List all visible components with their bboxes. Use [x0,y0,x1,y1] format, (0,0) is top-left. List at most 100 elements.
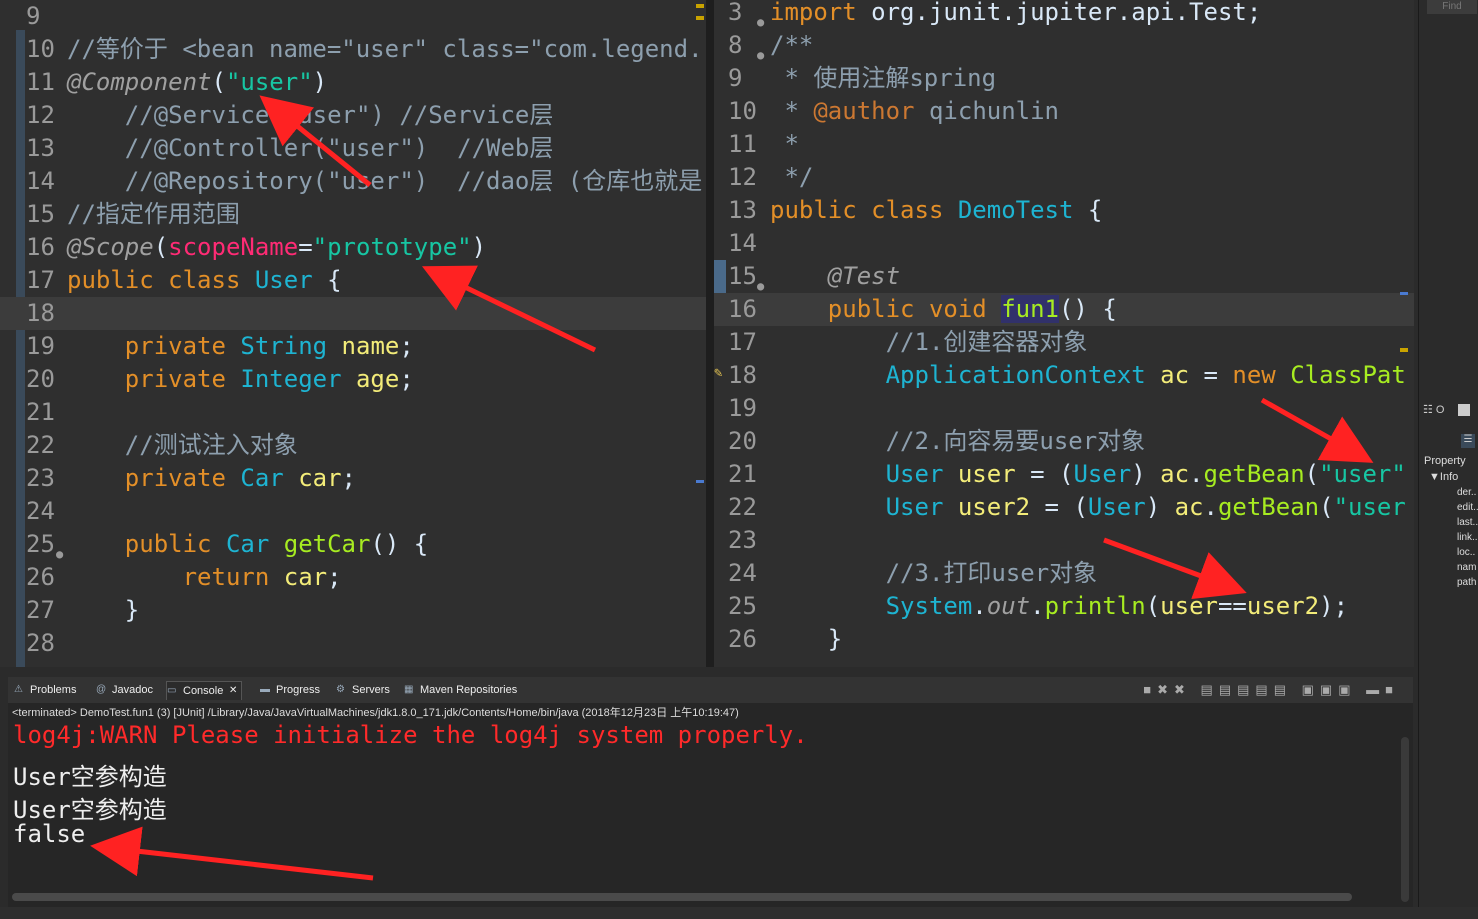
overview-marker[interactable] [696,480,704,483]
code-line[interactable]: 12 */ [714,161,1414,194]
line-number: 25 [26,530,55,558]
code-line[interactable]: 11 @Component("user") [0,66,708,99]
code-line[interactable]: 25 System.out.println(user==user2); [714,590,1414,623]
code-line[interactable]: 16 @Scope(scopeName="prototype") [0,231,708,264]
tab-javadoc[interactable]: @ Javadoc [96,681,153,699]
code-line[interactable]: 19 [714,392,1414,425]
property-item[interactable]: last.. [1457,517,1478,528]
property-item[interactable]: path [1457,577,1476,588]
code-line[interactable]: 20 private Integer age; [0,363,708,396]
property-item[interactable]: der.. [1457,487,1476,498]
warning-marker[interactable] [696,4,704,8]
code-token: ; [399,332,414,360]
console-view[interactable]: ⚠ Problems @ Javadoc ▭ Console ✕ ▬ Progress ⚙ Serv… [8,677,1413,907]
code-line[interactable]: 22 User user2 = (User) ac.getBean("user [714,491,1414,524]
remove-launch-icon[interactable]: ✖ [1157,682,1174,697]
code-line[interactable]: 26 } [714,623,1414,656]
code-line[interactable]: 23 [714,524,1414,557]
tab-label: Console [183,685,224,697]
property-item[interactable]: edit.. [1457,502,1478,513]
view-icon[interactable] [1457,404,1470,417]
code-line[interactable]: 13 public class DemoTest { [714,194,1414,227]
tab-problems[interactable]: ⚠ Problems [14,681,76,699]
line-number: 19 [728,394,757,422]
code-line[interactable]: 16 public void fun1() { [714,293,1414,326]
clear-console-icon[interactable]: ▤ [1201,682,1219,697]
tab-console[interactable]: ▭ Console ✕ [166,681,243,700]
code-token: User [770,493,958,521]
code-token: * [770,130,799,158]
minimize-icon[interactable]: ▬ [1366,682,1385,697]
code-line[interactable]: 15 //指定作用范围 [0,198,708,231]
code-line[interactable]: 21 [0,396,708,429]
warning-marker[interactable] [696,16,704,20]
property-item[interactable]: nam [1457,562,1476,573]
info-node[interactable]: ▼Info [1429,471,1458,483]
editor-split-divider[interactable] [706,0,714,667]
code-line[interactable]: 19 private String name; [0,330,708,363]
overview-marker[interactable] [1400,292,1408,295]
outline-label: O [1435,404,1445,416]
code-line[interactable]: 17 //1.创建容器对象 [714,326,1414,359]
code-line[interactable]: 24 [0,495,708,528]
find-input[interactable]: Find [1427,0,1477,14]
code-line[interactable]: 22 //测试注入对象 [0,429,708,462]
code-line[interactable]: 10 //等价于 <bean name="user" class="com.leg… [0,33,708,66]
code-line[interactable]: 8 ●/** [714,29,1414,62]
code-line[interactable]: 11 * [714,128,1414,161]
maximize-icon[interactable]: ■ [1385,682,1399,697]
code-line[interactable]: 26 return car; [0,561,708,594]
code-line[interactable]: 3 ● import org.junit.jupiter.api.Test; [714,0,1414,29]
remove-all-icon[interactable]: ✖ [1174,682,1191,697]
line-number: 16 [728,295,757,323]
word-wrap-icon[interactable]: ▤ [1237,682,1255,697]
code-line[interactable]: 18 [0,297,708,330]
code-token: } [770,625,843,653]
show-on-error-icon[interactable]: ▤ [1274,682,1292,697]
property-item[interactable]: link.. [1457,532,1478,543]
code-line[interactable]: 9 * 使用注解spring [714,62,1414,95]
close-icon[interactable]: ✕ [229,682,237,700]
code-token: "prototype" [312,233,472,261]
tree-expand-icon[interactable]: ▼ [1429,471,1440,483]
terminate-icon[interactable]: ■ [1143,682,1157,697]
code-line[interactable]: 23 private Car car; [0,462,708,495]
outline-tab[interactable]: ☷ O [1423,403,1478,427]
code-line[interactable]: 24 //3.打印user对象 [714,557,1414,590]
code-token: name [341,332,400,360]
console-vertical-scrollbar[interactable] [1401,737,1409,902]
code-line[interactable]: 9 [0,0,708,33]
property-item[interactable]: loc.. [1457,547,1475,558]
code-line[interactable]: 13 //@Controller("user") //Web层 [0,132,708,165]
properties-icon[interactable]: ☰ [1461,434,1475,448]
code-line[interactable]: 20 //2.向容易要user对象 [714,425,1414,458]
code-line[interactable]: 27 } [0,594,708,627]
lightbulb-icon[interactable]: ✎ [714,365,722,381]
console-horizontal-scrollbar[interactable] [12,893,1352,901]
code-line[interactable]: 10 * @author qichunlin [714,95,1414,128]
demotest-java-editor[interactable]: 3 ● import org.junit.jupiter.api.Test; 8 ●/*… [714,0,1414,667]
code-line[interactable]: 25 ● public Car getCar() { [0,528,708,561]
user-java-editor[interactable]: 9 10 //等价于 <bean name="user" class="com.le… [0,0,708,667]
pin-console-icon[interactable]: ▣ [1302,682,1320,697]
code-line[interactable]: 14 [714,227,1414,260]
tab-progress[interactable]: ▬ Progress [260,681,320,699]
code-line[interactable]: 17 public class User { [0,264,708,297]
code-token: /** [770,31,814,59]
code-line[interactable]: 12 //@Service("user") //Service层 [0,99,708,132]
display-console-icon[interactable]: ▣ [1320,682,1338,697]
tab-maven-repositories[interactable]: ▦ Maven Repositories [404,681,517,699]
code-token: . [1203,493,1218,521]
scroll-lock-icon[interactable]: ▤ [1219,682,1237,697]
warning-marker[interactable] [1400,348,1408,352]
open-console-icon[interactable]: ▣ [1338,682,1356,697]
code-token: user2 [957,493,1031,521]
code-line[interactable]: 15 ● @Test [714,260,1414,293]
tab-servers[interactable]: ⚙ Servers [336,681,390,699]
code-line[interactable]: 18 ApplicationContext ac = new ClassPat [714,359,1414,392]
line-number: 27 [26,596,55,624]
code-line[interactable]: 14 //@Repository("user") //dao层 (仓库也就是 [0,165,708,198]
code-line[interactable]: 21 User user = (User) ac.getBean("user" [714,458,1414,491]
show-on-output-icon[interactable]: ▤ [1255,682,1273,697]
code-line[interactable]: 28 [0,627,708,660]
